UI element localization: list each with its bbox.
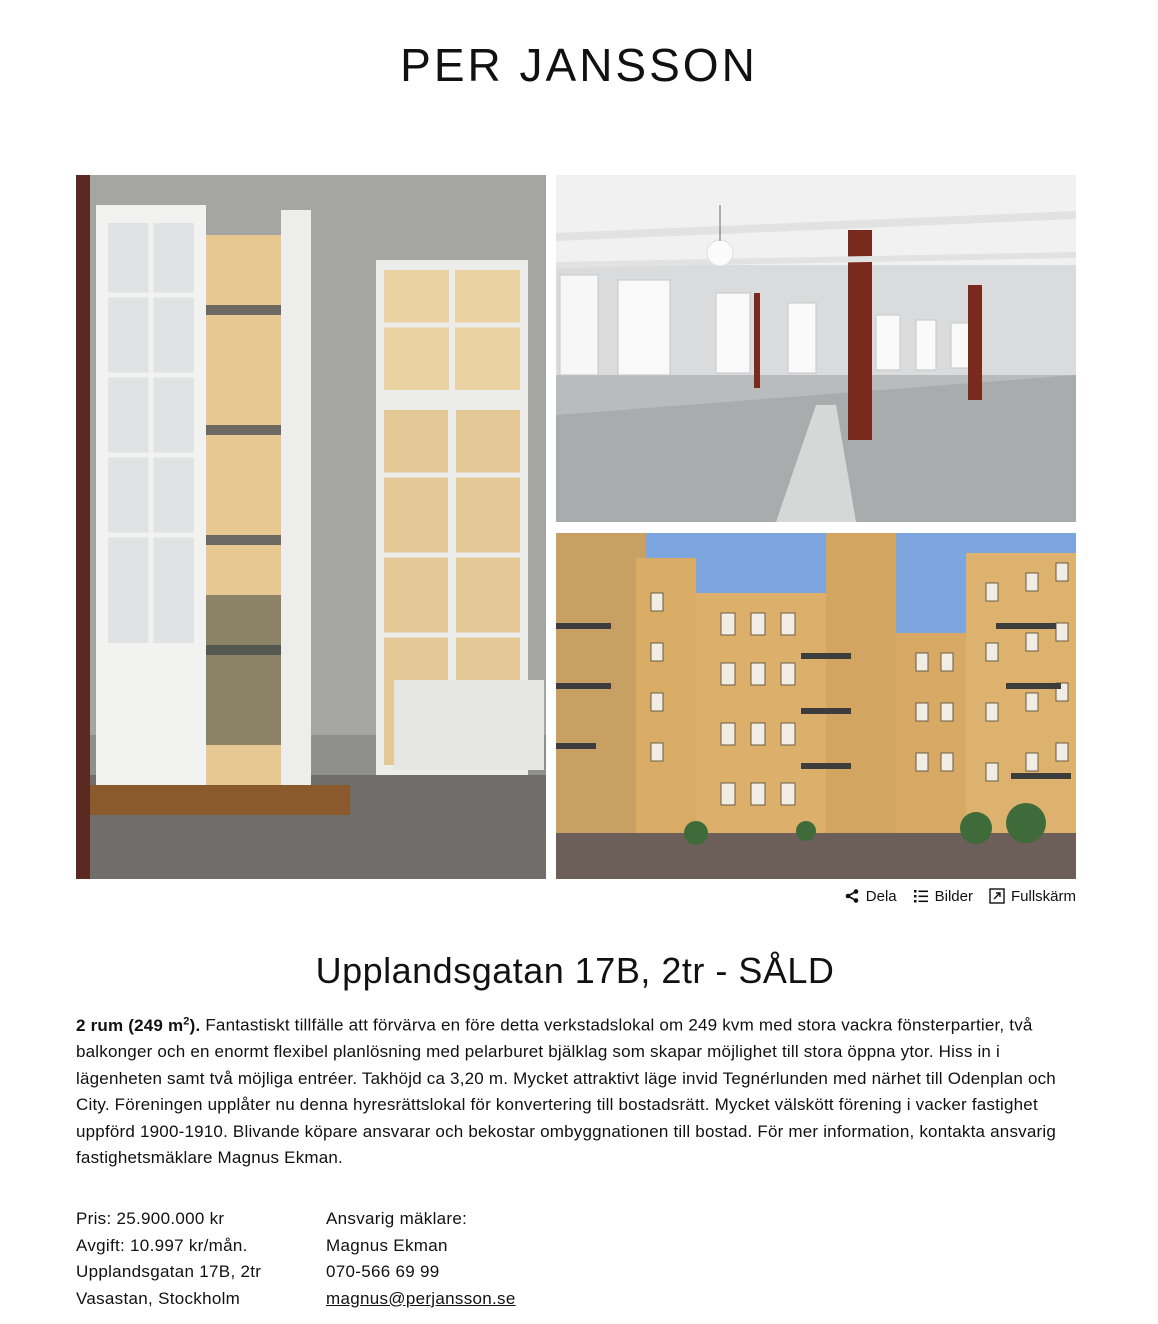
agent-contact: Ansvarig mäklare: Magnus Ekman 070-566 6… — [326, 1206, 516, 1312]
agent-name: Magnus Ekman — [326, 1235, 448, 1255]
share-button[interactable]: Dela — [844, 888, 897, 905]
listing-description: 2 rum (249 m2). Fantastiskt tillfälle at… — [76, 1008, 1076, 1172]
fullscreen-button[interactable]: Fullskärm — [989, 888, 1076, 905]
agent-phone[interactable]: 070-566 69 99 — [326, 1259, 516, 1286]
logo[interactable]: PER JANSSON — [0, 38, 1158, 92]
monthly-fee: Avgift: 10.997 kr/mån. — [76, 1235, 248, 1255]
listing-summary: 2 rum (249 m2). — [76, 1015, 201, 1035]
images-button[interactable]: Bilder — [913, 888, 973, 905]
agent-email-link[interactable]: magnus@perjansson.se — [326, 1289, 516, 1308]
area: Vasastan, Stockholm — [76, 1288, 241, 1308]
listing-title: Upplandsgatan 17B, 2tr - SÅLD — [315, 950, 835, 992]
fullscreen-icon — [989, 888, 1005, 904]
property-facts: Pris: 25.900.000 kr Avgift: 10.997 kr/må… — [76, 1206, 261, 1312]
share-icon — [845, 889, 859, 903]
agent-heading: Ansvarig mäklare: — [326, 1209, 468, 1228]
gallery-image-interior[interactable] — [556, 175, 1076, 522]
price: Pris: 25.900.000 kr — [76, 1209, 225, 1228]
summary-suffix: ). — [189, 1015, 201, 1035]
summary-prefix: 2 rum (249 m — [76, 1015, 184, 1035]
gallery-image-main[interactable] — [76, 175, 546, 879]
fullscreen-label: Fullskärm — [1010, 887, 1076, 905]
list-icon — [913, 890, 928, 903]
images-label: Bilder — [934, 887, 973, 905]
address: Upplandsgatan 17B, 2tr — [76, 1262, 262, 1281]
gallery-toolbar: Dela Bilder Fullskärm — [844, 884, 1076, 908]
share-label: Dela — [865, 887, 897, 905]
description-text: Fantastiskt tillfälle att förvärva en fö… — [76, 1015, 1056, 1168]
gallery-image-courtyard[interactable] — [556, 533, 1076, 879]
